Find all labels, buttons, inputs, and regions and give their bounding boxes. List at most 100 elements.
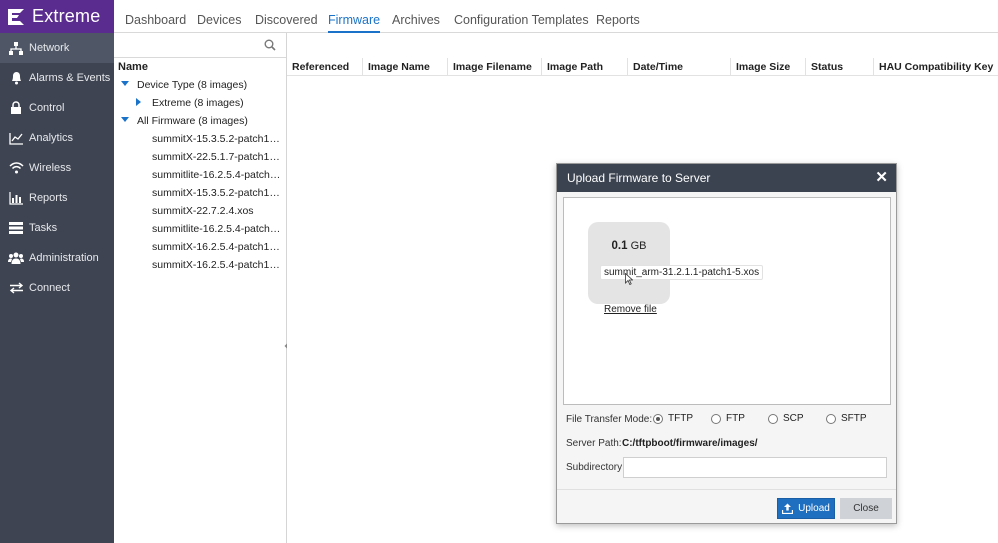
firmware-filename: summitX-16.2.5.4-patch1-15.... [152, 241, 282, 253]
firmware-filename: summitX-15.3.5.2-patch1-19.... [152, 187, 282, 199]
column-header-hau-compatibility-key[interactable]: HAU Compatibility Key [874, 58, 998, 76]
upload-button[interactable]: Upload [777, 498, 835, 519]
top-tab-bar: Dashboard Devices Discovered Firmware Ar… [114, 0, 998, 33]
firmware-filename: summitlite-16.2.5.4-patch1-15... [152, 169, 282, 181]
tasks-icon [8, 220, 24, 236]
tab-firmware[interactable]: Firmware [328, 0, 381, 33]
bell-icon [8, 70, 24, 86]
sidebar-item-tasks[interactable]: Tasks [0, 213, 114, 243]
sidebar-item-wireless[interactable]: Wireless [0, 153, 114, 183]
firmware-tree-panel: Name Device Type (8 images) Extreme (8 i… [114, 33, 287, 543]
subdirectory-label: Subdirectory: [566, 462, 625, 473]
remove-file-link[interactable]: Remove file [604, 304, 657, 315]
radio-indicator[interactable] [653, 413, 663, 424]
column-header-image-filename[interactable]: Image Filename [448, 58, 542, 76]
wifi-icon [8, 160, 24, 176]
tree-node-label: Extreme (8 images) [152, 97, 244, 109]
caret-down-icon[interactable] [121, 117, 129, 123]
subdirectory-input[interactable] [623, 457, 887, 478]
dialog-title-bar: Upload Firmware to Server ✕ [557, 164, 896, 192]
tab-configuration-templates[interactable]: Configuration Templates [454, 0, 589, 33]
extreme-logo-icon [8, 8, 24, 25]
radio-indicator[interactable] [768, 413, 778, 424]
sidebar-item-network[interactable]: Network [0, 33, 114, 63]
close-icon[interactable]: ✕ [875, 164, 888, 192]
tab-archives[interactable]: Archives [392, 0, 440, 33]
radio-ftp[interactable]: FTP [711, 413, 745, 424]
tree-node-label: All Firmware (8 images) [137, 115, 248, 127]
connect-icon [8, 280, 24, 296]
tree-file-item[interactable]: summitX-22.7.2.4.xos [114, 202, 286, 220]
tab-dashboard[interactable]: Dashboard [125, 0, 186, 33]
mouse-cursor-icon [625, 273, 633, 285]
radio-label: TFTP [668, 413, 693, 424]
sidebar-item-label: Alarms & Events [29, 72, 111, 84]
radio-sftp[interactable]: SFTP [826, 413, 867, 424]
column-header-referenced[interactable]: Referenced [287, 58, 363, 76]
tree-file-item[interactable]: summitX-16.2.5.4-patch1-22.... [114, 256, 286, 274]
sidebar-item-control[interactable]: Control [0, 93, 114, 123]
firmware-filename: summitX-22.7.2.4.xos [152, 205, 254, 217]
sidebar-item-label: Analytics [29, 132, 74, 144]
file-size: 0.1 GB [588, 240, 670, 252]
column-header-status[interactable]: Status [806, 58, 874, 76]
radio-scp[interactable]: SCP [768, 413, 804, 424]
tab-discovered[interactable]: Discovered [255, 0, 318, 33]
tree-node-device-type[interactable]: Device Type (8 images) [114, 76, 286, 94]
tree-column-header[interactable]: Name [114, 58, 286, 76]
table-header: Referenced Image Name Image Filename Ima… [287, 58, 998, 76]
tree-file-item[interactable]: summitX-22.5.1.7-patch1-3.xos [114, 148, 286, 166]
tree-node-label: Device Type (8 images) [137, 79, 248, 91]
sidebar-item-administration[interactable]: Administration [0, 243, 114, 273]
network-icon [8, 40, 24, 56]
tree-file-item[interactable]: summitlite-16.2.5.4-patch1-15... [114, 166, 286, 184]
tree-file-item[interactable]: summitX-16.2.5.4-patch1-15.... [114, 238, 286, 256]
users-icon [8, 250, 24, 266]
sidebar-item-label: Reports [29, 192, 68, 204]
brand-name: Extreme [32, 6, 101, 26]
sidebar: Extreme Network Alarms & Events Control … [0, 0, 114, 543]
sidebar-item-label: Administration [29, 252, 99, 264]
radio-tftp[interactable]: TFTP [653, 413, 693, 424]
column-header-image-name[interactable]: Image Name [363, 58, 448, 76]
sidebar-item-analytics[interactable]: Analytics [0, 123, 114, 153]
firmware-filename: summitX-15.3.5.2-patch1-19-... [152, 133, 282, 145]
sidebar-item-alarms-events[interactable]: Alarms & Events [0, 63, 114, 93]
caret-down-icon[interactable] [121, 81, 129, 87]
tree-node-all-firmware[interactable]: All Firmware (8 images) [114, 112, 286, 130]
tree-node-extreme[interactable]: Extreme (8 images) [114, 94, 286, 112]
tree-search-bar [114, 33, 286, 58]
file-drop-zone[interactable]: 0.1 GB summit_arm-31.2.1.1-patch1-5.xos … [563, 197, 891, 405]
column-header-date-time[interactable]: Date/Time [628, 58, 731, 76]
firmware-filename: summitX-16.2.5.4-patch1-22.... [152, 259, 282, 271]
sidebar-item-connect[interactable]: Connect [0, 273, 114, 303]
firmware-filename: summitlite-16.2.5.4-patch1-22... [152, 223, 282, 235]
server-path-value: C:/tftpboot/firmware/images/ [622, 438, 758, 449]
file-preview-tile: 0.1 GB [588, 222, 670, 304]
tree-file-item[interactable]: summitX-15.3.5.2-patch1-19.... [114, 184, 286, 202]
radio-label: SFTP [841, 413, 867, 424]
sidebar-item-reports[interactable]: Reports [0, 183, 114, 213]
column-header-image-size[interactable]: Image Size [731, 58, 806, 76]
dialog-title: Upload Firmware to Server [567, 171, 711, 185]
tree-file-item[interactable]: summitX-15.3.5.2-patch1-19-... [114, 130, 286, 148]
upload-firmware-dialog: Upload Firmware to Server ✕ 0.1 GB summi… [556, 163, 897, 524]
tree-file-item[interactable]: summitlite-16.2.5.4-patch1-22... [114, 220, 286, 238]
tab-reports[interactable]: Reports [596, 0, 640, 33]
caret-right-icon[interactable] [136, 98, 142, 106]
radio-label: FTP [726, 413, 745, 424]
radio-indicator[interactable] [711, 413, 721, 424]
radio-indicator[interactable] [826, 413, 836, 424]
close-button[interactable]: Close [840, 498, 892, 519]
sidebar-item-label: Tasks [29, 222, 58, 234]
radio-label: SCP [783, 413, 804, 424]
tab-devices[interactable]: Devices [197, 0, 241, 33]
file-size-value: 0.1 [611, 240, 628, 252]
file-size-unit: GB [630, 240, 647, 252]
dialog-footer: Upload Close [557, 489, 896, 523]
close-button-label: Close [853, 503, 879, 514]
brand-logo[interactable]: Extreme [0, 0, 114, 33]
column-header-image-path[interactable]: Image Path [542, 58, 628, 76]
bar-chart-icon [8, 190, 24, 206]
search-icon[interactable] [264, 39, 276, 51]
